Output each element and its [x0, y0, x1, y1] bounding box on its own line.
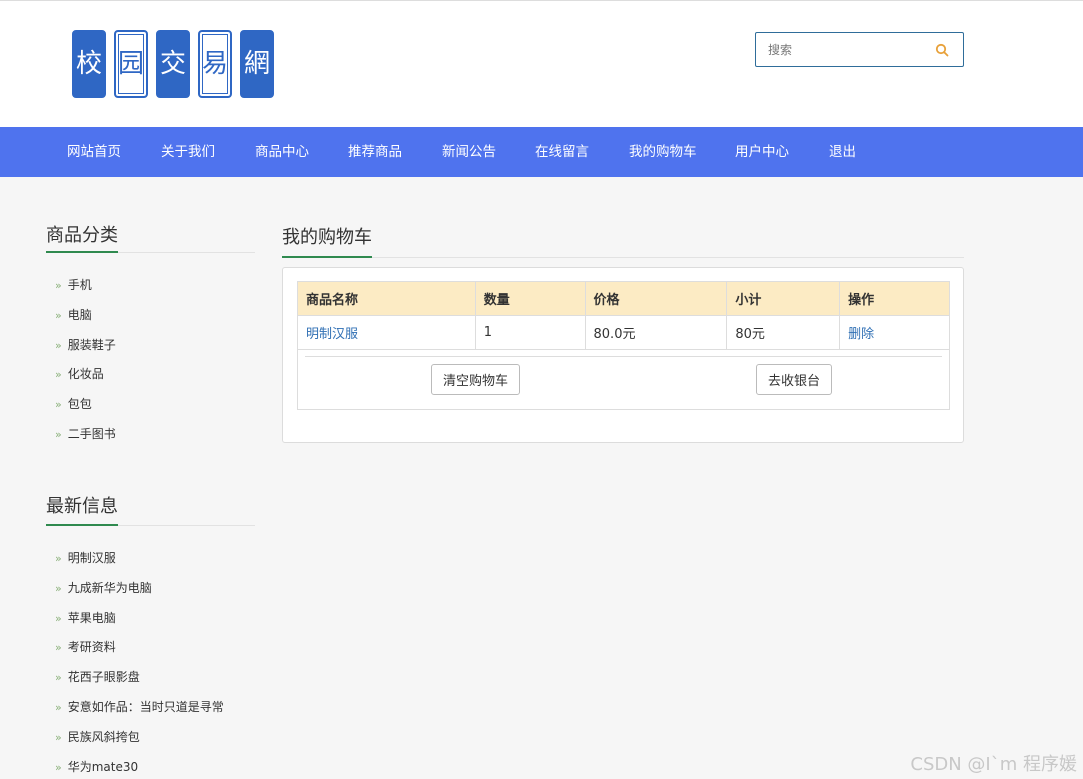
table-separator	[305, 356, 942, 357]
nav-home[interactable]: 网站首页	[67, 127, 121, 177]
search-box	[755, 32, 964, 67]
categories-divider	[46, 251, 255, 253]
delete-link[interactable]: 删除	[839, 315, 950, 350]
checkout-button[interactable]: 去收银台	[756, 364, 833, 395]
categories-title: 商品分类	[46, 225, 118, 246]
table-header-row: 商品名称 数量 价格 小计 操作	[297, 281, 950, 316]
category-item[interactable]: » 化妆品	[55, 365, 116, 395]
cart-panel: 商品名称 数量 价格 小计 操作 明制汉服 1 80.0元 80元 删除 清空购…	[282, 267, 964, 443]
column-header: 操作	[839, 281, 950, 316]
product-name-link[interactable]: 明制汉服	[297, 315, 476, 350]
search-input[interactable]	[756, 33, 926, 66]
latest-item[interactable]: » 民族风斜挎包	[55, 728, 224, 758]
nav-logout[interactable]: 退出	[829, 127, 856, 177]
column-header: 商品名称	[297, 281, 476, 316]
column-header: 数量	[474, 281, 586, 316]
category-list: » 手机 » 电脑 » 服装鞋子 » 化妆品 » 包包 » 二手图书	[55, 276, 116, 455]
logo-char: 易	[198, 30, 232, 98]
watermark: CSDN @I`m 程序媛	[910, 754, 1077, 775]
latest-title: 最新信息	[46, 496, 118, 517]
site-header: 校 园 交 易 網	[0, 0, 1083, 127]
latest-item[interactable]: » 考研资料	[55, 638, 224, 668]
column-header: 小计	[726, 281, 841, 316]
nav-messages[interactable]: 在线留言	[535, 127, 589, 177]
page-title: 我的购物车	[282, 227, 372, 248]
cart-table-box: 商品名称 数量 价格 小计 操作 明制汉服 1 80.0元 80元 删除 清空购…	[297, 281, 950, 410]
latest-item[interactable]: » 华为mate30	[55, 758, 224, 779]
nav-about[interactable]: 关于我们	[161, 127, 215, 177]
latest-item[interactable]: » 安意如作品：当时只道是寻常	[55, 698, 224, 728]
site-logo[interactable]: 校 园 交 易 網	[72, 30, 274, 98]
latest-list: » 明制汉服 » 九成新华为电脑 » 苹果电脑 » 考研资料 » 花西子眼影盘 » 安意如作…	[55, 549, 224, 779]
latest-item[interactable]: » 花西子眼影盘	[55, 668, 224, 698]
clear-cart-button[interactable]: 清空购物车	[431, 364, 521, 395]
latest-divider	[46, 524, 255, 526]
latest-item[interactable]: » 九成新华为电脑	[55, 579, 224, 609]
nav-cart[interactable]: 我的购物车	[629, 127, 697, 177]
price-cell: 80.0元	[584, 315, 728, 350]
logo-char: 交	[156, 30, 190, 98]
category-item[interactable]: » 二手图书	[55, 425, 116, 455]
nav-products[interactable]: 商品中心	[255, 127, 309, 177]
subtotal-cell: 80元	[726, 315, 841, 350]
column-header: 价格	[584, 281, 728, 316]
category-item[interactable]: » 包包	[55, 395, 116, 425]
title-divider	[282, 256, 964, 258]
logo-char: 园	[114, 30, 148, 98]
search-icon[interactable]	[935, 43, 949, 57]
nav-user-center[interactable]: 用户中心	[735, 127, 789, 177]
quantity-cell: 1	[474, 315, 586, 350]
category-item[interactable]: » 服装鞋子	[55, 336, 116, 366]
main-nav: 网站首页 关于我们 商品中心 推荐商品 新闻公告 在线留言 我的购物车 用户中心…	[0, 127, 1083, 177]
nav-news[interactable]: 新闻公告	[442, 127, 496, 177]
latest-item[interactable]: » 苹果电脑	[55, 609, 224, 639]
category-item[interactable]: » 手机	[55, 276, 116, 306]
cart-table: 商品名称 数量 价格 小计 操作 明制汉服 1 80.0元 80元 删除	[297, 281, 950, 350]
logo-char: 校	[72, 30, 106, 98]
logo-char: 網	[240, 30, 274, 98]
nav-recommended[interactable]: 推荐商品	[348, 127, 402, 177]
category-item[interactable]: » 电脑	[55, 306, 116, 336]
table-row: 明制汉服 1 80.0元 80元 删除	[297, 315, 950, 350]
latest-item[interactable]: » 明制汉服	[55, 549, 224, 579]
